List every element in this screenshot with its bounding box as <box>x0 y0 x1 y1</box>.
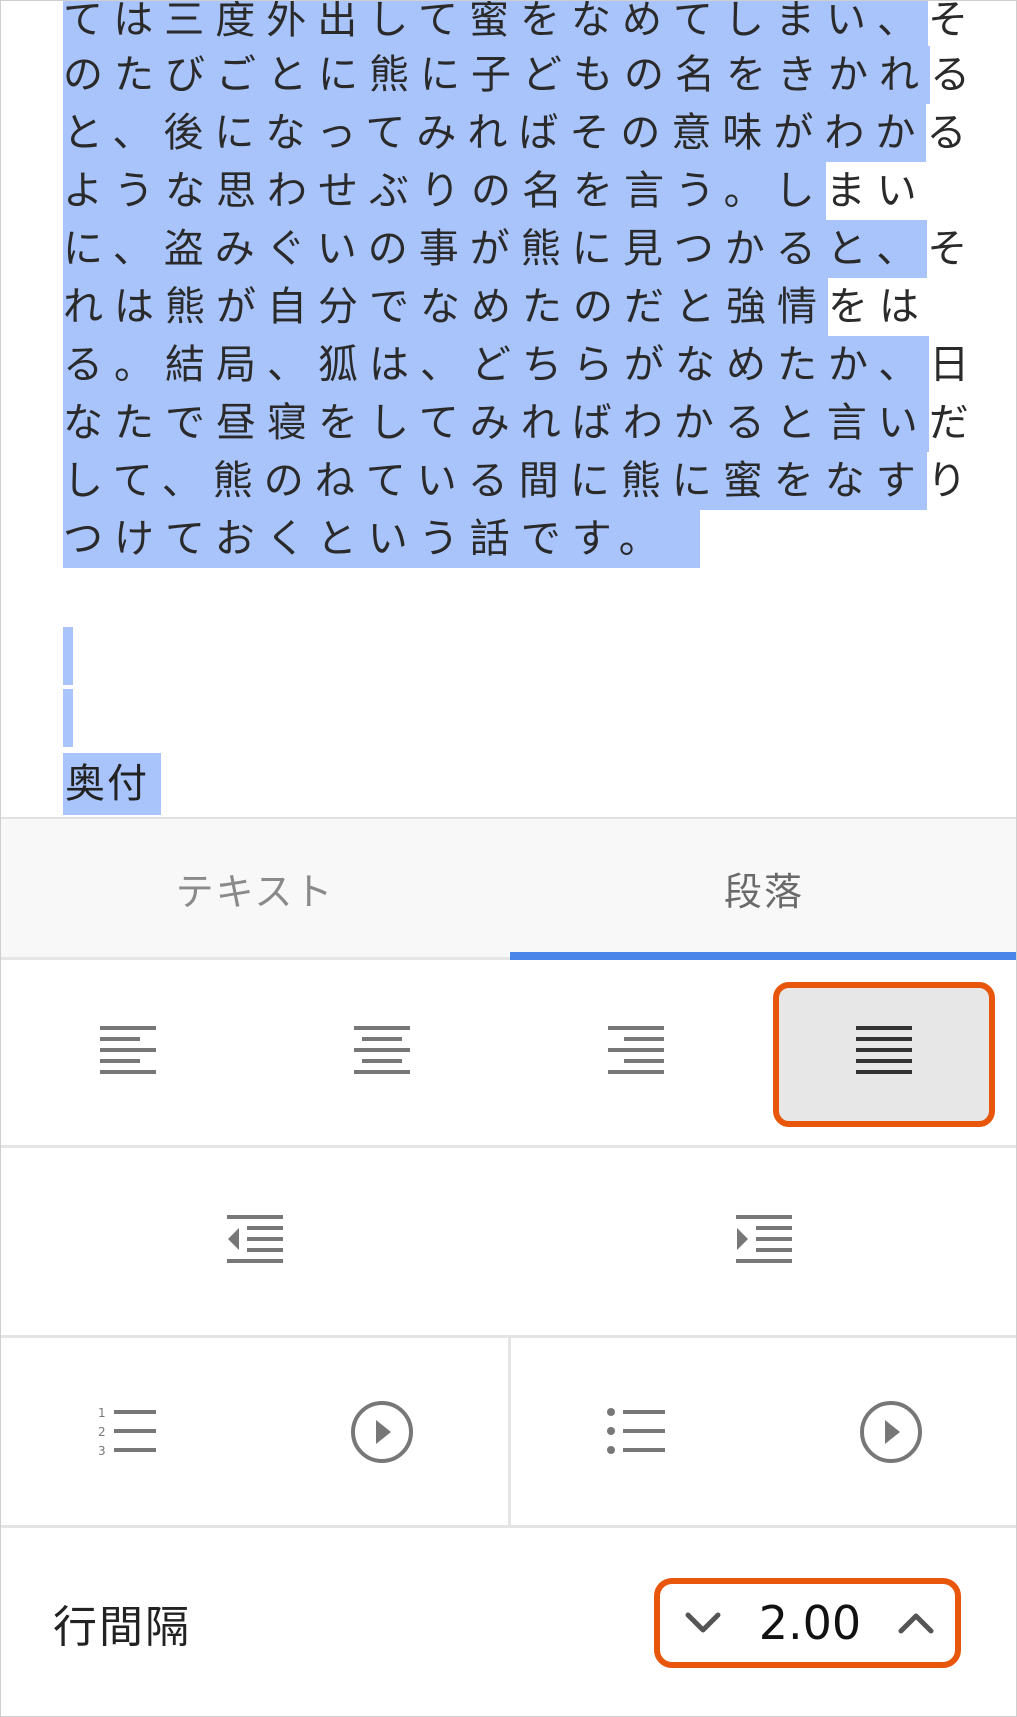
line-spacing-stepper: 2.00 <box>654 1578 961 1668</box>
align-left-button[interactable] <box>1 960 255 1145</box>
indent-row <box>1 1148 1016 1338</box>
align-right-button[interactable] <box>509 960 763 1145</box>
chevron-right-circle-icon <box>860 1400 922 1463</box>
text-line[interactable]: と、後になってみればその意味がわかる <box>63 104 977 162</box>
align-right-icon <box>608 1025 664 1074</box>
text-line[interactable]: つけておくという話です。 <box>63 510 700 568</box>
text-line[interactable]: ては三度外出して蜜をなめてしまい、そ <box>63 1 979 49</box>
document-body[interactable]: ては三度外出して蜜をなめてしまい、そ のたびごとに熊に子どもの名をきかれる と、… <box>1 1 1016 817</box>
heading-okuzuke[interactable]: 奥付 <box>63 753 161 815</box>
increase-indent-button[interactable] <box>510 1148 1016 1335</box>
svg-text:2: 2 <box>98 1425 106 1439</box>
list-row: 1 2 3 <box>1 1338 1016 1528</box>
line-spacing-label: 行間隔 <box>53 1602 191 1653</box>
align-justify-button[interactable] <box>773 960 995 1145</box>
text-line[interactable]: して、熊のねている間に熊に蜜をなすり <box>63 452 978 510</box>
line-spacing-value[interactable]: 2.00 <box>755 1584 865 1662</box>
bulleted-list-options-button[interactable] <box>764 1338 1016 1525</box>
align-center-icon <box>354 1025 410 1074</box>
text-line[interactable]: に、盗みぐいの事が熊に見つかると、そ <box>63 220 978 278</box>
numbered-list-button[interactable]: 1 2 3 <box>1 1338 255 1525</box>
line-spacing-row: 行間隔 2.00 <box>1 1528 1016 1716</box>
svg-text:3: 3 <box>98 1444 106 1458</box>
tab-text[interactable]: テキスト <box>1 819 509 957</box>
text-line[interactable]: る。結局、狐は、どちらがなめたか、日 <box>63 336 980 394</box>
chevron-down-icon <box>685 1612 721 1633</box>
numbered-list-icon: 1 2 3 <box>98 1406 156 1458</box>
text-line[interactable]: なたで昼寝をしてみればわかると言いだ <box>63 394 980 452</box>
svg-text:1: 1 <box>98 1406 106 1420</box>
selection-empty-line <box>63 627 73 685</box>
format-panel: テキスト 段落 1 2 3 行間隔 2.00 <box>1 817 1016 1716</box>
indent-icon <box>736 1214 792 1263</box>
decrease-indent-button[interactable] <box>1 1148 509 1335</box>
align-left-icon <box>100 1025 156 1074</box>
chevron-up-icon <box>898 1613 934 1634</box>
align-justify-icon <box>856 1025 912 1074</box>
bulleted-list-button[interactable] <box>510 1338 764 1525</box>
outdent-icon <box>227 1214 283 1263</box>
bulleted-list-icon <box>607 1407 665 1454</box>
numbered-list-options-button[interactable] <box>255 1338 509 1525</box>
alignment-row <box>1 960 1016 1148</box>
selection-empty-line <box>63 689 73 747</box>
decrease-spacing-button[interactable] <box>668 1584 738 1662</box>
text-line[interactable]: のたびごとに熊に子どもの名をきかれる <box>63 46 981 104</box>
increase-spacing-button[interactable] <box>881 1584 951 1662</box>
tab-paragraph[interactable]: 段落 <box>510 819 1016 957</box>
text-line[interactable]: れは熊が自分でなめたのだと強情 をは <box>63 278 930 336</box>
align-center-button[interactable] <box>255 960 509 1145</box>
active-tab-indicator <box>510 952 1016 960</box>
text-line[interactable]: ような思わせぶりの名を言う。し まい <box>63 162 928 220</box>
app-screen: ては三度外出して蜜をなめてしまい、そ のたびごとに熊に子どもの名をきかれる と、… <box>0 0 1017 1717</box>
format-tabs: テキスト 段落 <box>1 819 1016 960</box>
chevron-right-circle-icon <box>351 1400 413 1463</box>
